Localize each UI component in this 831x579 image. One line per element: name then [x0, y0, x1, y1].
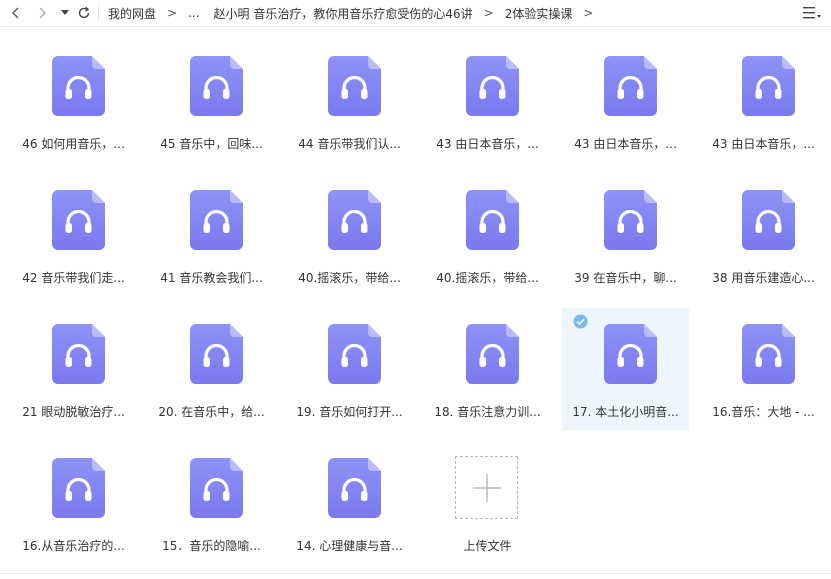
file-item[interactable]: 14. 心理健康与音...	[286, 442, 413, 564]
file-item[interactable]: 16.音乐：大地 - ...	[700, 308, 827, 430]
audio-file-icon	[190, 190, 243, 250]
audio-file-icon	[190, 56, 243, 116]
audio-file-icon	[742, 56, 795, 116]
audio-file-icon	[52, 324, 105, 384]
plus-icon	[472, 473, 501, 502]
file-item[interactable]: 40.摇滚乐，带给...	[424, 174, 551, 296]
file-item[interactable]: 40.摇滚乐，带给...	[286, 174, 413, 296]
audio-file-icon	[466, 190, 519, 250]
file-item[interactable]: 18. 音乐注意力训...	[424, 308, 551, 430]
audio-file-icon	[604, 190, 657, 250]
file-name: 40.摇滚乐，带给...	[298, 271, 401, 285]
audio-file-icon	[328, 190, 381, 250]
file-item[interactable]: 39 在音乐中，聊...	[562, 174, 689, 296]
file-item[interactable]: 38 用音乐建造心...	[700, 174, 827, 296]
audio-file-icon	[328, 458, 381, 518]
file-name: 43 由日本音乐，...	[712, 137, 815, 151]
file-item[interactable]: 46 如何用音乐，...	[10, 40, 137, 162]
toolbar-divider	[98, 5, 99, 21]
file-name: 16.音乐：大地 - ...	[712, 405, 815, 419]
file-name: 42 音乐带我们走...	[22, 271, 125, 285]
file-name: 14. 心理健康与音...	[296, 539, 403, 553]
refresh-icon	[78, 6, 90, 19]
breadcrumb-item-current[interactable]: 2体验实操课	[502, 5, 576, 22]
toolbar: 我的网盘 > ... 赵小明 音乐治疗，教你用音乐疗愈受伤的心46讲 > 2体验…	[0, 0, 831, 27]
file-name: 43 由日本音乐，...	[436, 137, 539, 151]
audio-file-icon	[52, 190, 105, 250]
file-item[interactable]: 19. 音乐如何打开...	[286, 308, 413, 430]
file-item[interactable]: 17. 本土化小明音...	[562, 308, 689, 430]
breadcrumb: 我的网盘 > ... 赵小明 音乐治疗，教你用音乐疗愈受伤的心46讲 > 2体验…	[105, 5, 601, 22]
audio-file-icon	[604, 324, 657, 384]
caret-down-icon	[61, 10, 69, 15]
file-item[interactable]: 42 音乐带我们走...	[10, 174, 137, 296]
file-name: 44 音乐带我们认...	[298, 137, 401, 151]
file-name: 17. 本土化小明音...	[572, 405, 679, 419]
audio-file-icon	[328, 56, 381, 116]
file-name: 18. 音乐注意力训...	[434, 405, 541, 419]
breadcrumb-item-course[interactable]: 赵小明 音乐治疗，教你用音乐疗愈受伤的心46讲	[211, 5, 476, 22]
file-name: 46 如何用音乐，...	[22, 137, 125, 151]
file-name: 43 由日本音乐，...	[574, 137, 677, 151]
file-item[interactable]: 43 由日本音乐，...	[424, 40, 551, 162]
file-item[interactable]: 43 由日本音乐，...	[700, 40, 827, 162]
audio-file-icon	[190, 324, 243, 384]
file-name: 41 音乐教会我们...	[160, 271, 263, 285]
audio-file-icon	[466, 56, 519, 116]
upload-file-button[interactable]: 上传文件	[424, 442, 551, 564]
file-item[interactable]: 44 音乐带我们认...	[286, 40, 413, 162]
breadcrumb-separator: >	[483, 6, 494, 20]
breadcrumb-separator: >	[583, 6, 594, 20]
audio-file-icon	[328, 324, 381, 384]
divider	[0, 573, 831, 574]
audio-file-icon	[742, 190, 795, 250]
forward-button[interactable]	[30, 0, 54, 26]
list-view-icon	[803, 7, 821, 19]
audio-file-icon	[52, 458, 105, 518]
check-circle-icon[interactable]	[573, 314, 588, 329]
file-name: 40.摇滚乐，带给...	[436, 271, 539, 285]
file-item[interactable]: 20. 在音乐中，给...	[148, 308, 275, 430]
file-item[interactable]: 21 眼动脱敏治疗...	[10, 308, 137, 430]
file-item[interactable]: 41 音乐教会我们...	[148, 174, 275, 296]
history-dropdown-button[interactable]	[56, 0, 74, 26]
audio-file-icon	[52, 56, 105, 116]
file-item[interactable]: 43 由日本音乐，...	[562, 40, 689, 162]
file-item[interactable]: 45 音乐中，回味...	[148, 40, 275, 162]
file-name: 19. 音乐如何打开...	[296, 405, 403, 419]
back-button[interactable]	[4, 0, 28, 26]
file-name: 15．音乐的隐喻...	[162, 539, 261, 553]
file-item[interactable]: 15．音乐的隐喻...	[148, 442, 275, 564]
file-name: 16.从音乐治疗的...	[22, 539, 125, 553]
audio-file-icon	[190, 458, 243, 518]
audio-file-icon	[466, 324, 519, 384]
chevron-right-icon	[39, 7, 46, 19]
file-name: 38 用音乐建造心...	[712, 271, 815, 285]
refresh-button[interactable]	[74, 0, 94, 26]
breadcrumb-item-root[interactable]: 我的网盘	[105, 5, 159, 22]
audio-file-icon	[742, 324, 795, 384]
chevron-left-icon	[12, 7, 19, 19]
view-toggle-button[interactable]	[803, 4, 821, 22]
file-item[interactable]: 16.从音乐治疗的...	[10, 442, 137, 564]
audio-file-icon	[604, 56, 657, 116]
upload-dropzone[interactable]	[455, 456, 518, 519]
upload-label: 上传文件	[463, 539, 512, 553]
file-name: 39 在音乐中，聊...	[574, 271, 677, 285]
breadcrumb-item-ellipsis[interactable]: ...	[185, 6, 202, 20]
breadcrumb-separator: >	[167, 6, 178, 20]
file-name: 20. 在音乐中，给...	[158, 405, 265, 419]
file-name: 45 音乐中，回味...	[160, 137, 263, 151]
file-name: 21 眼动脱敏治疗...	[22, 405, 125, 419]
